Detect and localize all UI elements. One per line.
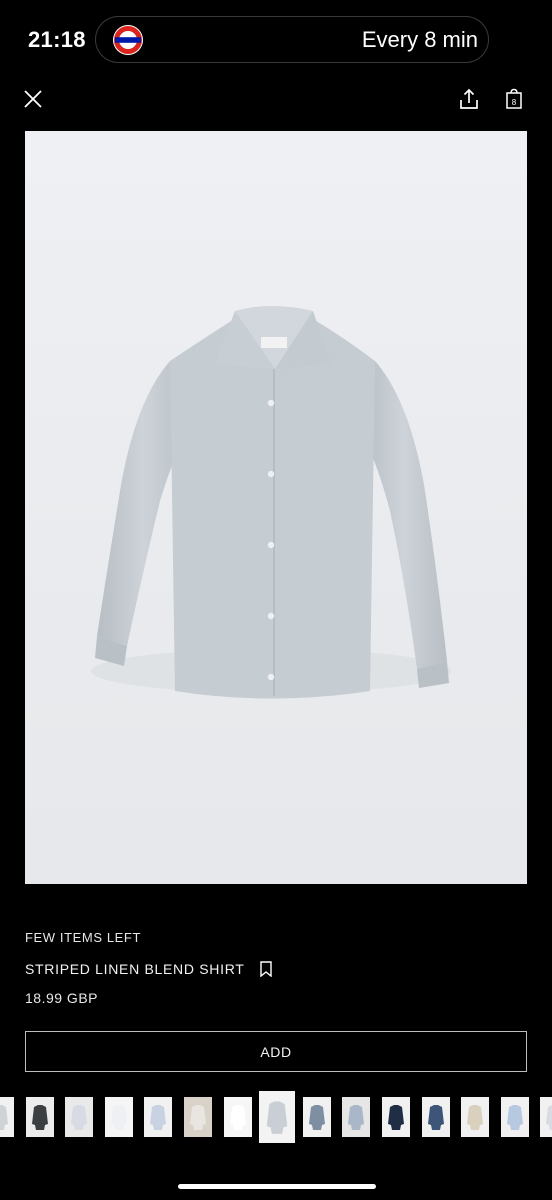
thumbnail-6[interactable] bbox=[184, 1097, 212, 1137]
thumbnail-15[interactable] bbox=[540, 1097, 552, 1137]
thumbnail-4[interactable] bbox=[104, 1097, 133, 1137]
status-time: 21:18 bbox=[28, 27, 86, 52]
thumbnail-shirt-13 bbox=[467, 1105, 484, 1130]
product-title-row: STRIPED LINEN BLEND SHIRT bbox=[25, 961, 273, 977]
thumbnail-8[interactable] bbox=[259, 1091, 296, 1143]
shopping-bag-icon: 8 bbox=[506, 88, 522, 109]
share-icon bbox=[460, 88, 478, 109]
thumbnail-shirt-14 bbox=[506, 1105, 523, 1130]
thumbnail-shirt-10 bbox=[348, 1105, 365, 1130]
thumbnail-13[interactable] bbox=[461, 1097, 490, 1137]
thumbnail-shirt-9 bbox=[308, 1105, 325, 1130]
thumbnail-shirt-11 bbox=[388, 1105, 404, 1130]
bag-button[interactable]: 8 bbox=[501, 86, 527, 112]
thumbnail-12[interactable] bbox=[421, 1097, 450, 1137]
transit-frequency: Every 8 min bbox=[361, 27, 478, 52]
share-button[interactable] bbox=[456, 86, 482, 112]
thumbnail-shirt-8 bbox=[266, 1101, 288, 1134]
thumbnail-5[interactable] bbox=[144, 1097, 173, 1137]
product-name: STRIPED LINEN BLEND SHIRT bbox=[25, 961, 245, 977]
thumbnail-shirt-1 bbox=[0, 1105, 8, 1130]
stock-status: FEW ITEMS LEFT bbox=[25, 930, 142, 945]
thumbnail-shirt-7 bbox=[229, 1105, 246, 1130]
thumbnail-10[interactable] bbox=[342, 1097, 371, 1137]
thumbnail-shirt-15 bbox=[546, 1105, 552, 1130]
thumbnail-11[interactable] bbox=[382, 1097, 410, 1137]
status-bar: 21:18 Every 8 min bbox=[0, 0, 552, 82]
thumbnail-shirt-3 bbox=[71, 1105, 88, 1130]
thumbnail-7[interactable] bbox=[223, 1097, 252, 1137]
thumbnail-1[interactable] bbox=[0, 1097, 14, 1137]
shirt-illustration bbox=[91, 306, 451, 699]
home-indicator[interactable] bbox=[178, 1184, 376, 1189]
close-button[interactable] bbox=[20, 86, 46, 112]
product-thumbnail-strip[interactable] bbox=[0, 1089, 552, 1145]
product-image[interactable] bbox=[25, 131, 527, 884]
close-icon bbox=[24, 90, 42, 108]
london-underground-roundel-icon bbox=[113, 25, 143, 55]
thumbnail-shirt-6 bbox=[190, 1105, 206, 1130]
thumbnail-3[interactable] bbox=[65, 1097, 94, 1137]
product-price: 18.99 GBP bbox=[25, 990, 98, 1006]
bookmark-icon[interactable] bbox=[259, 961, 273, 977]
add-to-bag-button[interactable]: ADD bbox=[25, 1031, 527, 1072]
thumbnail-shirt-12 bbox=[427, 1105, 444, 1130]
bag-count: 8 bbox=[512, 98, 517, 107]
thumbnail-shirt-4 bbox=[110, 1105, 127, 1130]
thumbnail-9[interactable] bbox=[302, 1097, 331, 1137]
thumbnail-14[interactable] bbox=[500, 1097, 529, 1137]
thumbnail-2[interactable] bbox=[25, 1097, 54, 1137]
transit-live-activity[interactable]: Every 8 min bbox=[95, 16, 489, 63]
thumbnail-shirt-2 bbox=[31, 1105, 48, 1130]
thumbnail-shirt-5 bbox=[150, 1105, 167, 1130]
